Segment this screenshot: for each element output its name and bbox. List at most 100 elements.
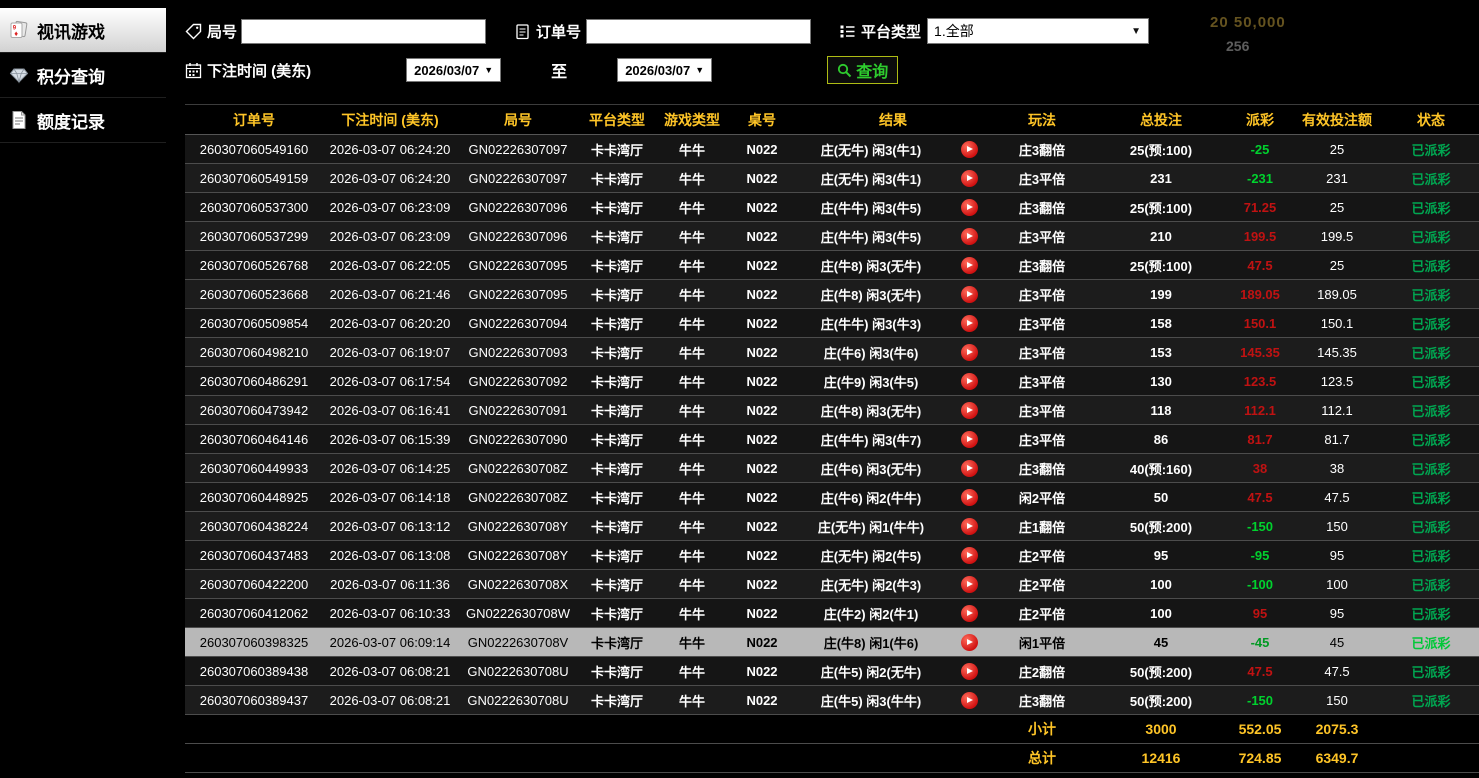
table-number-cell: N022: [729, 280, 795, 309]
valid-bet-cell: 189.05: [1291, 280, 1383, 309]
platform-type-selected-value: 1.全部: [934, 21, 974, 41]
play-button[interactable]: [961, 460, 978, 477]
table-row[interactable]: 260307060448925 2026-03-07 06:14:18 GN02…: [185, 483, 1479, 512]
order-number-label: 订单号: [536, 21, 581, 42]
play-button[interactable]: [961, 663, 978, 680]
game-type-cell: 牛牛: [655, 686, 729, 715]
col-header-total-bet: 总投注: [1093, 105, 1229, 135]
play-button[interactable]: [961, 199, 978, 216]
play-button[interactable]: [961, 489, 978, 506]
table-row[interactable]: 260307060412062 2026-03-07 06:10:33 GN02…: [185, 599, 1479, 628]
result-cell: 庄(牛5) 闲3(牛牛): [795, 686, 947, 715]
table-row[interactable]: 260307060498210 2026-03-07 06:19:07 GN02…: [185, 338, 1479, 367]
replay-cell: [947, 222, 991, 251]
table-row[interactable]: 260307060398325 2026-03-07 06:09:14 GN02…: [185, 628, 1479, 657]
replay-cell: [947, 454, 991, 483]
table-row[interactable]: 260307060389438 2026-03-07 06:08:21 GN02…: [185, 657, 1479, 686]
table-row[interactable]: 260307060509854 2026-03-07 06:20:20 GN02…: [185, 309, 1479, 338]
table-row[interactable]: 260307060437483 2026-03-07 06:13:08 GN02…: [185, 541, 1479, 570]
table-row[interactable]: 260307060537299 2026-03-07 06:23:09 GN02…: [185, 222, 1479, 251]
replay-cell: [947, 512, 991, 541]
platform-cell: 卡卡湾厅: [579, 135, 655, 164]
play-button[interactable]: [961, 257, 978, 274]
status-cell: 已派彩: [1383, 425, 1479, 454]
replay-cell: [947, 483, 991, 512]
payout-cell: 95: [1229, 599, 1291, 628]
platform-cell: 卡卡湾厅: [579, 657, 655, 686]
sidebar-item-video-games[interactable]: 9 ♦ 视讯游戏: [0, 8, 166, 53]
play-button[interactable]: [961, 286, 978, 303]
total-bet-cell: 50(预:200): [1093, 512, 1229, 541]
play-button[interactable]: [961, 141, 978, 158]
play-button[interactable]: [961, 373, 978, 390]
query-button[interactable]: 查询: [827, 56, 898, 84]
status-cell: 已派彩: [1383, 686, 1479, 715]
table-row[interactable]: 260307060389437 2026-03-07 06:08:21 GN02…: [185, 686, 1479, 715]
filter-row-1: 局号 订单号: [185, 12, 1479, 50]
sidebar-item-credit-records[interactable]: 额度记录: [0, 98, 166, 143]
payout-cell: -150: [1229, 686, 1291, 715]
play-button[interactable]: [961, 547, 978, 564]
replay-cell: [947, 657, 991, 686]
round-number-cell: GN02226307093: [457, 338, 579, 367]
play-button[interactable]: [961, 576, 978, 593]
table-number-cell: N022: [729, 541, 795, 570]
game-type-cell: 牛牛: [655, 367, 729, 396]
play-button[interactable]: [961, 692, 978, 709]
table-row[interactable]: 260307060523668 2026-03-07 06:21:46 GN02…: [185, 280, 1479, 309]
tag-icon: [185, 23, 202, 40]
status-cell: 已派彩: [1383, 454, 1479, 483]
play-button[interactable]: [961, 605, 978, 622]
status-cell: 已派彩: [1383, 309, 1479, 338]
table-row[interactable]: 260307060549160 2026-03-07 06:24:20 GN02…: [185, 135, 1479, 164]
cards-icon: 9 ♦: [9, 20, 29, 40]
replay-cell: [947, 599, 991, 628]
table-number-cell: N022: [729, 135, 795, 164]
play-button[interactable]: [961, 431, 978, 448]
table-row[interactable]: 260307060464146 2026-03-07 06:15:39 GN02…: [185, 425, 1479, 454]
table-row[interactable]: 260307060438224 2026-03-07 06:13:12 GN02…: [185, 512, 1479, 541]
table-number-cell: N022: [729, 628, 795, 657]
platform-type-select[interactable]: 1.全部 ▼: [927, 18, 1149, 44]
table-row[interactable]: 260307060526768 2026-03-07 06:22:05 GN02…: [185, 251, 1479, 280]
game-type-cell: 牛牛: [655, 657, 729, 686]
result-cell: 庄(牛8) 闲3(无牛): [795, 280, 947, 309]
table-row[interactable]: 260307060549159 2026-03-07 06:24:20 GN02…: [185, 164, 1479, 193]
payout-cell: -25: [1229, 135, 1291, 164]
col-header-bet-time: 下注时间 (美东): [323, 105, 457, 135]
table-number-cell: N022: [729, 367, 795, 396]
table-row[interactable]: 260307060486291 2026-03-07 06:17:54 GN02…: [185, 367, 1479, 396]
total-valid: 6349.7: [1291, 744, 1383, 773]
play-button[interactable]: [961, 402, 978, 419]
play-button[interactable]: [961, 518, 978, 535]
total-bet-cell: 100: [1093, 570, 1229, 599]
play-method-cell: 庄3平倍: [991, 164, 1093, 193]
total-bet-cell: 130: [1093, 367, 1229, 396]
order-number-cell: 260307060498210: [185, 338, 323, 367]
round-number-input[interactable]: [241, 19, 486, 44]
table-row[interactable]: 260307060449933 2026-03-07 06:14:25 GN02…: [185, 454, 1479, 483]
play-button[interactable]: [961, 315, 978, 332]
bet-time-cell: 2026-03-07 06:14:18: [323, 483, 457, 512]
bet-time-cell: 2026-03-07 06:19:07: [323, 338, 457, 367]
status-cell: 已派彩: [1383, 251, 1479, 280]
bet-time-cell: 2026-03-07 06:17:54: [323, 367, 457, 396]
order-number-input[interactable]: [586, 19, 811, 44]
replay-cell: [947, 135, 991, 164]
date-from-picker[interactable]: 2026/03/07 ▼: [406, 58, 501, 82]
table-number-cell: N022: [729, 657, 795, 686]
search-icon: [837, 63, 852, 78]
table-row[interactable]: 260307060473942 2026-03-07 06:16:41 GN02…: [185, 396, 1479, 425]
sidebar-item-points-query[interactable]: 积分查询: [0, 53, 166, 98]
date-to-picker[interactable]: 2026/03/07 ▼: [617, 58, 712, 82]
play-button[interactable]: [961, 634, 978, 651]
table-row[interactable]: 260307060422200 2026-03-07 06:11:36 GN02…: [185, 570, 1479, 599]
total-payout: 724.85: [1229, 744, 1291, 773]
table-row[interactable]: 260307060537300 2026-03-07 06:23:09 GN02…: [185, 193, 1479, 222]
bet-time-cell: 2026-03-07 06:08:21: [323, 657, 457, 686]
play-button[interactable]: [961, 228, 978, 245]
total-bet-cell: 25(预:100): [1093, 135, 1229, 164]
play-button[interactable]: [961, 344, 978, 361]
play-method-cell: 闲2平倍: [991, 483, 1093, 512]
play-button[interactable]: [961, 170, 978, 187]
